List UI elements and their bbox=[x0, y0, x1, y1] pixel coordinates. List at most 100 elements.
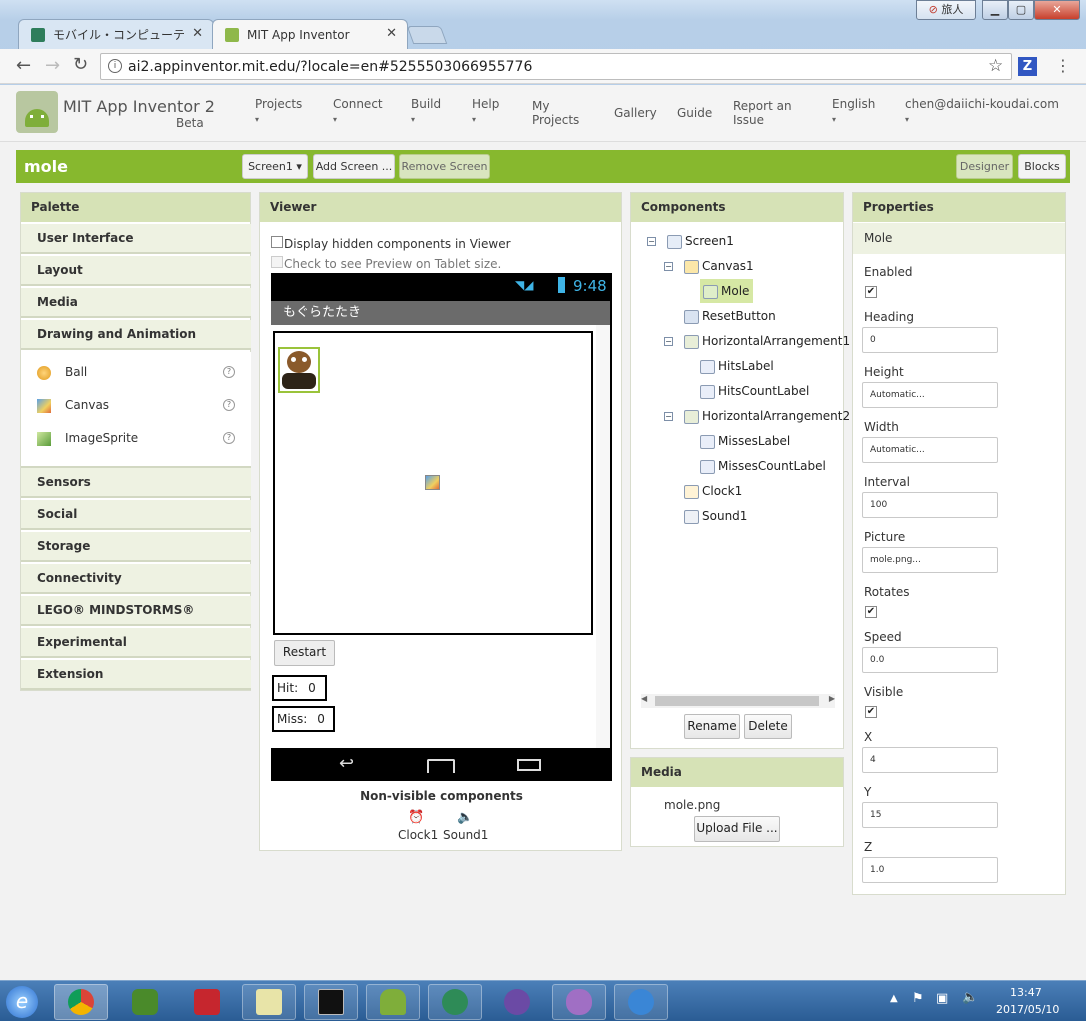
info-icon[interactable]: i bbox=[108, 59, 122, 73]
tree-node[interactable]: ResetButton bbox=[684, 306, 776, 326]
property-input[interactable]: Automatic... bbox=[862, 437, 998, 463]
palette-category[interactable]: Social bbox=[21, 500, 251, 530]
palette-category[interactable]: Media bbox=[21, 288, 251, 318]
taskbar-cmd[interactable] bbox=[304, 984, 358, 1020]
browser-tab-2[interactable]: MIT App Inventor ✕ bbox=[212, 19, 408, 49]
palette-category[interactable]: Layout bbox=[21, 256, 251, 286]
taskbar-atom[interactable] bbox=[428, 984, 482, 1020]
taskbar-app10[interactable] bbox=[614, 984, 668, 1020]
tree-node[interactable]: HitsCountLabel bbox=[700, 381, 809, 401]
property-input[interactable]: 100 bbox=[862, 492, 998, 518]
close-tab-icon[interactable]: ✕ bbox=[192, 26, 203, 41]
restart-button[interactable]: Restart bbox=[274, 640, 335, 666]
nonvisible-sound[interactable]: Sound1 bbox=[443, 828, 488, 842]
designer-button[interactable]: Designer bbox=[956, 154, 1013, 179]
palette-item-canvas[interactable]: Canvas bbox=[37, 396, 109, 414]
delete-button[interactable]: Delete bbox=[744, 714, 792, 739]
nonvisible-clock[interactable]: Clock1 bbox=[398, 828, 438, 842]
rename-button[interactable]: Rename bbox=[684, 714, 740, 739]
close-window-button[interactable]: ✕ bbox=[1034, 0, 1080, 20]
property-input[interactable]: 0 bbox=[862, 327, 998, 353]
tree-node[interactable]: MissesCountLabel bbox=[700, 456, 826, 476]
tree-node[interactable]: Screen1 bbox=[667, 231, 734, 251]
taskbar-app4[interactable] bbox=[242, 984, 296, 1020]
property-input[interactable]: 1.0 bbox=[862, 857, 998, 883]
property-checkbox[interactable]: ✔ bbox=[865, 286, 877, 298]
palette-category[interactable]: Sensors bbox=[21, 468, 251, 498]
property-checkbox[interactable]: ✔ bbox=[865, 706, 877, 718]
property-input[interactable]: 15 bbox=[862, 802, 998, 828]
nav-report-issue[interactable]: Report an Issue bbox=[733, 99, 795, 127]
scroll-right-icon[interactable]: ▶ bbox=[829, 694, 835, 703]
volume-icon[interactable]: 🔈 bbox=[962, 990, 978, 1005]
mole-sprite[interactable] bbox=[278, 347, 320, 393]
phone-scrollbar[interactable] bbox=[596, 325, 610, 748]
taskbar-evernote[interactable] bbox=[118, 984, 172, 1020]
tree-node[interactable]: Sound1 bbox=[684, 506, 747, 526]
scroll-left-icon[interactable]: ◀ bbox=[641, 694, 647, 703]
screen-select[interactable]: Screen1 ▾ bbox=[242, 154, 308, 179]
nav-guide[interactable]: Guide bbox=[677, 106, 712, 120]
tree-toggle-icon[interactable]: − bbox=[664, 337, 673, 346]
nav-build[interactable]: Build ▾ bbox=[411, 97, 441, 127]
url-text[interactable]: ai2.appinventor.mit.edu/?locale=en#52555… bbox=[128, 59, 532, 75]
tree-scrollbar[interactable]: ◀ ▶ bbox=[641, 694, 835, 708]
tree-node[interactable]: Clock1 bbox=[684, 481, 742, 501]
taskbar-github[interactable] bbox=[490, 984, 544, 1020]
tree-node[interactable]: HorizontalArrangement1 bbox=[684, 331, 850, 351]
nav-my-projects[interactable]: My Projects bbox=[532, 99, 582, 127]
add-screen-button[interactable]: Add Screen ... bbox=[313, 154, 395, 179]
tree-toggle-icon[interactable]: − bbox=[664, 412, 673, 421]
palette-category[interactable]: Storage bbox=[21, 532, 251, 562]
tree-toggle-icon[interactable]: − bbox=[664, 262, 673, 271]
back-icon[interactable]: ← bbox=[16, 55, 31, 76]
palette-category[interactable]: Experimental bbox=[21, 628, 251, 658]
tree-node[interactable]: Mole bbox=[700, 279, 754, 303]
tree-toggle-icon[interactable]: − bbox=[647, 237, 656, 246]
help-icon[interactable]: ? bbox=[223, 432, 235, 444]
nav-help[interactable]: Help ▾ bbox=[472, 97, 499, 127]
taskbar-chrome[interactable] bbox=[54, 984, 108, 1020]
taskbar-cloud[interactable] bbox=[552, 984, 606, 1020]
ie-icon[interactable]: e bbox=[6, 986, 38, 1018]
help-icon[interactable]: ? bbox=[223, 399, 235, 411]
maximize-button[interactable]: ▢ bbox=[1008, 0, 1034, 20]
scrollbar-thumb[interactable] bbox=[655, 696, 819, 706]
clock-time[interactable]: 13:47 bbox=[1010, 986, 1042, 999]
canvas1[interactable] bbox=[273, 331, 593, 635]
palette-item-imagesprite[interactable]: ImageSprite bbox=[37, 429, 138, 447]
tree-node[interactable]: Canvas1 bbox=[684, 256, 754, 276]
tray-arrow-icon[interactable]: ▲ bbox=[890, 993, 898, 1004]
palette-category[interactable]: Extension bbox=[21, 660, 251, 690]
address-bar[interactable]: i ai2.appinventor.mit.edu/?locale=en#525… bbox=[100, 53, 1012, 80]
forward-icon[interactable]: → bbox=[45, 55, 60, 76]
remove-screen-button[interactable]: Remove Screen bbox=[399, 154, 490, 179]
app-inventor-logo-icon[interactable] bbox=[16, 91, 58, 133]
help-icon[interactable]: ? bbox=[223, 366, 235, 378]
upload-file-button[interactable]: Upload File ... bbox=[694, 816, 780, 842]
property-input[interactable]: Automatic... bbox=[862, 382, 998, 408]
palette-category[interactable]: User Interface bbox=[21, 224, 251, 254]
property-input[interactable]: mole.png... bbox=[862, 547, 998, 573]
reload-icon[interactable]: ↻ bbox=[73, 54, 88, 75]
nav-projects[interactable]: Projects ▾ bbox=[255, 97, 302, 127]
property-checkbox[interactable]: ✔ bbox=[865, 606, 877, 618]
palette-category[interactable]: Connectivity bbox=[21, 564, 251, 594]
nav-connect[interactable]: Connect ▾ bbox=[333, 97, 383, 127]
palette-item-ball[interactable]: Ball bbox=[37, 363, 87, 381]
palette-category[interactable]: Drawing and Animation bbox=[21, 320, 251, 350]
nav-gallery[interactable]: Gallery bbox=[614, 106, 657, 120]
minimize-button[interactable]: ▁ bbox=[982, 0, 1008, 20]
browser-tab-1[interactable]: モバイル・コンピューテ ✕ bbox=[18, 19, 214, 49]
palette-category[interactable]: LEGO® MINDSTORMS® bbox=[21, 596, 251, 626]
property-input[interactable]: 0.0 bbox=[862, 647, 998, 673]
extension-icon[interactable]: Z bbox=[1018, 57, 1037, 76]
close-tab-icon[interactable]: ✕ bbox=[386, 26, 397, 41]
taskbar-app3[interactable] bbox=[180, 984, 234, 1020]
clock-date[interactable]: 2017/05/10 bbox=[996, 1003, 1059, 1016]
new-tab-button[interactable] bbox=[406, 26, 448, 44]
blocks-button[interactable]: Blocks bbox=[1018, 154, 1066, 179]
taskbar-android[interactable] bbox=[366, 984, 420, 1020]
tree-node[interactable]: HitsLabel bbox=[700, 356, 774, 376]
tablet-preview-checkbox[interactable] bbox=[271, 256, 283, 268]
